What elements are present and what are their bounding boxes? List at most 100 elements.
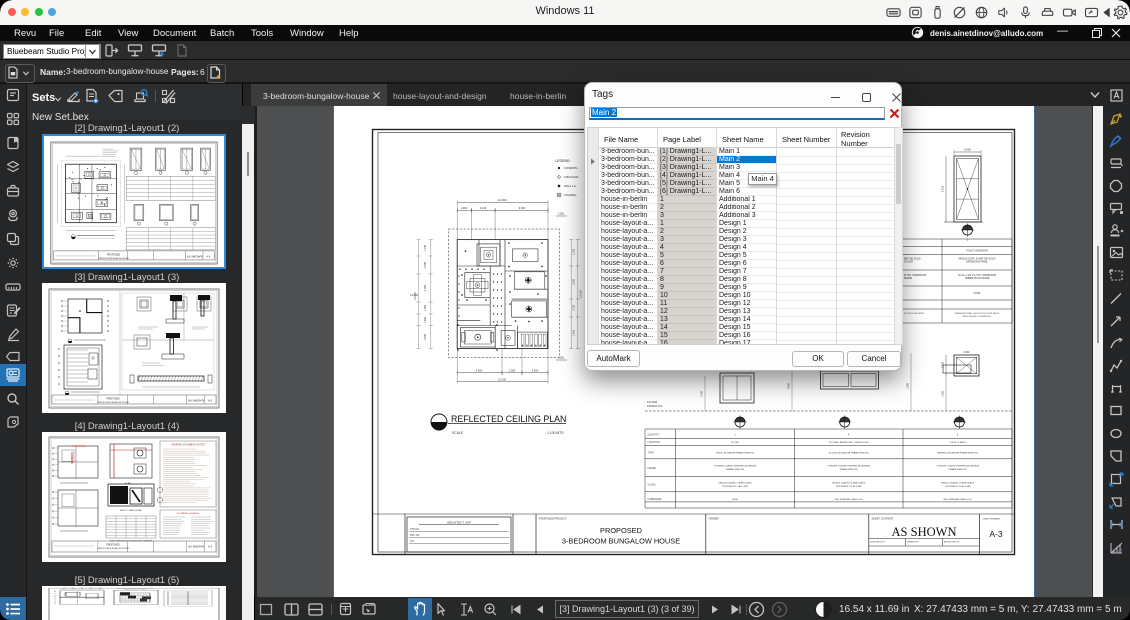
svg-text:APPROVED BY: APPROVED BY [944,541,960,544]
svg-text:4.500: 4.500 [476,368,483,372]
svg-text:AS SHOWN: AS SHOWN [188,545,205,549]
svg-text:STYLE DOOR LATCH: STYLE DOOR LATCH [904,312,924,315]
svg-text:PROPOSED: PROPOSED [106,544,120,547]
svg-text:PROPOSED: PROPOSED [107,253,121,256]
svg-text:1.735: 1.735 [424,244,427,251]
svg-text:3-BEDROOM BUNGALOW HOUSE: 3-BEDROOM BUNGALOW HOUSE [98,257,130,260]
svg-text:PLUMBING LEGENDS: PLUMBING LEGENDS [177,513,200,515]
svg-text:DESIGNED BY: DESIGNED BY [870,542,885,544]
svg-text:CIRCULAR...: CIRCULAR... [564,175,581,179]
svg-text:3.100: 3.100 [480,206,487,210]
svg-text:SEPTIC TANK DETAIL: SEPTIC TANK DETAIL [120,509,143,512]
svg-text:LEGEND:: LEGEND: [556,159,571,163]
svg-text:3-BEDROOM BUNGALOW HOUSE: 3-BEDROOM BUNGALOW HOUSE [97,547,130,550]
svg-text:FRAME: FRAME [648,467,657,470]
svg-text:1.450: 1.450 [573,329,576,336]
svg-text:2.200: 2.200 [573,248,576,255]
svg-text:REFLECTED CEILING PLAN: REFLECTED CEILING PLAN [451,414,566,424]
svg-text:FRAME: FRAME [904,277,913,280]
svg-text:QUANTITY: QUANTITY [648,433,660,436]
svg-text:COMMON...: COMMON... [564,166,580,170]
svg-text:MM THK SOLID: MM THK SOLID [904,259,921,261]
svg-text:AS SHOWN: AS SHOWN [187,254,204,258]
svg-text:NONE: NONE [974,293,981,295]
svg-text:MINI. STANDARD SASH LOCK: MINI. STANDARD SASH LOCK [835,498,864,501]
svg-text:SINGLE GLAZED CLEAR GLASS: SINGLE GLAZED CLEAR GLASS [718,482,752,485]
svg-text:2.100: 2.100 [941,185,945,192]
svg-text:A-3: A-3 [208,545,213,549]
svg-text:0.900: 0.900 [788,382,791,389]
svg-text:NONE: NONE [732,499,738,501]
svg-text:0.300: 0.300 [558,357,565,360]
svg-text:1.600: 1.600 [424,316,427,323]
svg-text:PROPOSED: PROPOSED [106,398,120,401]
svg-text:TOILET AND BATH: TOILET AND BATH [966,250,988,253]
svg-text:WALL LA...: WALL LA... [564,184,578,188]
svg-text:THICKNESS TO AS 4 MM: THICKNESS TO AS 4 MM [945,485,971,488]
svg-text:GENERAL PLUMBING NOTES: GENERAL PLUMBING NOTES [171,444,205,447]
svg-text:FRAME WINDOW: FRAME WINDOW [726,468,745,471]
svg-text:PROPOSED PROJECT:: PROPOSED PROJECT: [539,517,567,521]
svg-text:FINISH LVL.: FINISH LVL. [647,404,664,408]
svg-text:THICKNESS TO AS 4 MM: THICKNESS TO AS 4 MM [836,485,862,488]
svg-text:SINGLE GLAZED CLEAR GLASS: SINGLE GLAZED CLEAR GLASS [941,482,975,485]
svg-text:PROPOSED: PROPOSED [600,526,642,535]
svg-text:SHEET CONTENT:: SHEET CONTENT: [872,517,895,521]
svg-text:2: 2 [967,238,969,242]
svg-text:3.300: 3.300 [573,278,576,285]
svg-text:M THK. HARDWOOD: M THK. HARDWOOD [904,274,927,277]
svg-text:HARDWOOD PANEL: HARDWOOD PANEL [966,261,989,264]
svg-text:3.500: 3.500 [532,368,539,372]
svg-text:FRAME WINDOW: FRAME WINDOW [840,468,859,471]
svg-text:WITH UNIQUE LOCK AND KEY: WITH UNIQUE LOCK AND KEY [963,315,992,318]
svg-text:2: 2 [957,433,959,436]
svg-text:0.900: 0.900 [964,148,971,152]
svg-text:FRAME WINDOW: FRAME WINDOW [949,468,968,471]
svg-text:1:100 MTS: 1:100 MTS [547,431,564,435]
svg-text:PTR NO.: PTR NO. [410,528,420,531]
svg-text:AWNING, ALUMINUM FRAME WINDOW: AWNING, ALUMINUM FRAME WINDOW [938,452,979,455]
svg-text:1.900: 1.900 [461,206,468,210]
svg-text:3-BEDROOM BUNGALOW HOUSE: 3-BEDROOM BUNGALOW HOUSE [97,401,130,404]
svg-text:12.000: 12.000 [497,198,507,202]
svg-text:3.300: 3.300 [424,333,427,340]
svg-text:GLASS: GLASS [648,484,656,487]
svg-text:0.900: 0.900 [964,351,971,354]
svg-text:POWDER COATED FINISHED ALUMINU: POWDER COATED FINISHED ALUMINUM [936,465,979,468]
svg-text:D DOOR: D DOOR [904,262,914,264]
svg-text:STAINLESS STEEL LIGHT STYLE DO: STAINLESS STEEL LIGHT STYLE DOOR LATCH [955,312,1000,315]
svg-text:DRAWN BY: DRAWN BY [907,541,919,544]
svg-text:TIMBER DOOR FRAME: TIMBER DOOR FRAME [965,277,990,280]
svg-text:OWNER:: OWNER: [709,517,720,521]
svg-text:1.400: 1.400 [701,390,704,397]
svg-text:MINI. STANDARD SASH LOCK: MINI. STANDARD SASH LOCK [943,498,972,501]
svg-text:50 mm x 100 mm THK. HARDWOOD: 50 mm x 100 mm THK. HARDWOOD [958,274,996,277]
svg-text:SINGLE DOOR, 50 MM THK SOLID: SINGLE DOOR, 50 MM THK SOLID [959,259,996,261]
svg-text:CHANDE...: CHANDE... [564,193,578,197]
svg-text:ARCHITECT UAP: ARCHITECT UAP [447,521,471,525]
svg-text:SHEET NUMBER: SHEET NUMBER [983,519,1001,521]
svg-text:2.000: 2.000 [509,368,516,372]
svg-text:TOILET & BATH: TOILET & BATH [950,441,966,444]
svg-text:TYPE: TYPE [648,452,655,455]
svg-text:12.000: 12.000 [413,291,417,299]
svg-text:TIN:: TIN: [410,540,415,543]
svg-text:POWDER COATED FINISHED ALUMINU: POWDER COATED FINISHED ALUMINUM [828,465,871,468]
svg-text:2.505: 2.505 [424,261,427,268]
svg-text:2.000: 2.000 [558,213,565,216]
svg-text:4.000: 4.000 [424,284,427,291]
svg-text:SLIDING, ALUMINUM FRAME WINDOW: SLIDING, ALUMINUM FRAME WINDOW [829,452,870,455]
svg-text:9.000: 9.000 [519,206,526,210]
svg-text:FIXED, ALUMINUM FRAME WINDOW: FIXED, ALUMINUM FRAME WINDOW [716,452,755,455]
svg-text:PRC NO.: PRC NO. [410,534,420,537]
svg-text:A-3: A-3 [206,254,211,258]
svg-text:PLAN: PLAN [125,482,131,485]
svg-text:AS SHOWN: AS SHOWN [892,525,957,539]
svg-text:HARDWARE: HARDWARE [648,498,662,501]
svg-text:A-3: A-3 [989,529,1003,539]
svg-text:3-BEDROOM BUNGALOW HOUSE: 3-BEDROOM BUNGALOW HOUSE [562,537,680,546]
svg-text:4: 4 [848,433,850,436]
svg-text:FOYER: FOYER [731,442,739,444]
svg-text:1.500: 1.500 [907,382,910,389]
svg-text:1.500: 1.500 [424,304,427,311]
